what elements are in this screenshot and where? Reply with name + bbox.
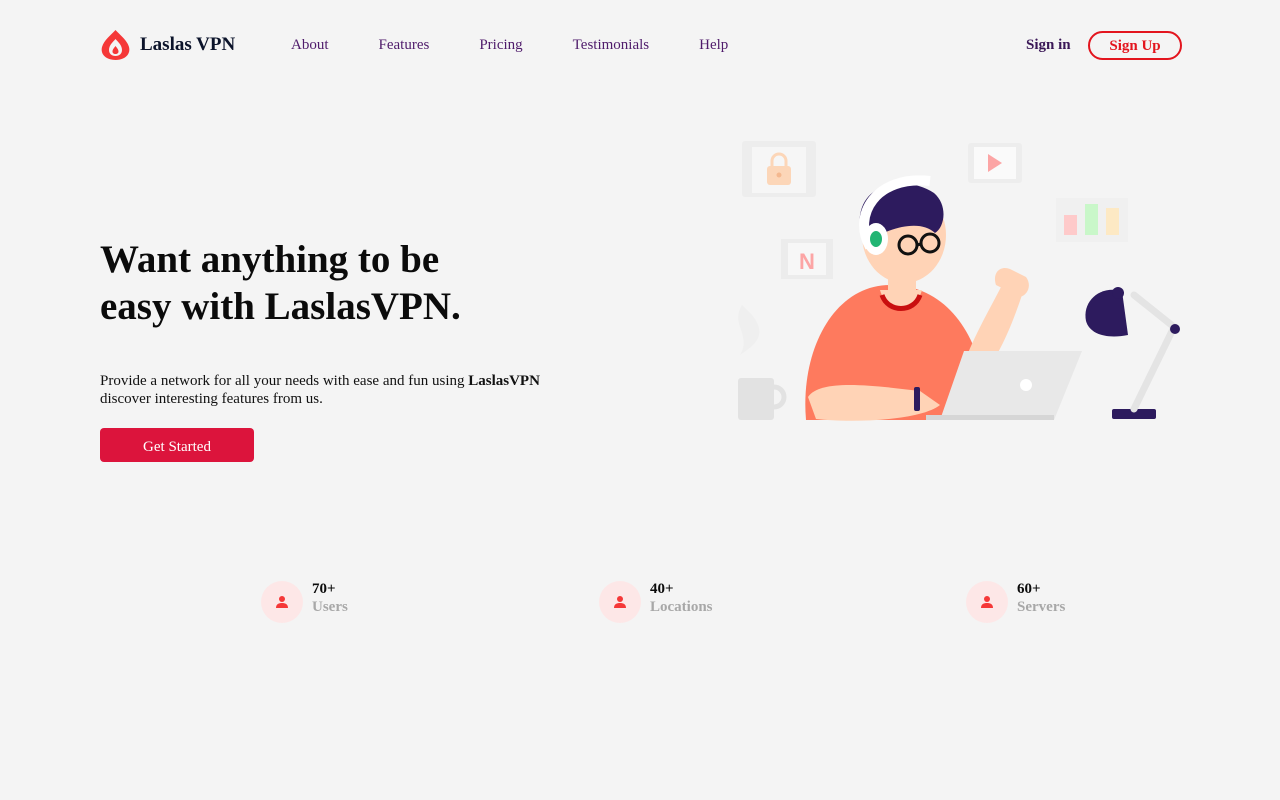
top-navbar: Laslas VPN About Features Pricing Testim… — [0, 0, 1280, 90]
stat-users: 70+ Users — [261, 580, 348, 623]
user-icon — [966, 581, 1008, 623]
n-card-icon: N — [781, 239, 833, 279]
bar-chart-card-icon — [1056, 198, 1128, 242]
desk-lamp-icon — [1085, 287, 1180, 419]
stat-servers: 60+ Servers — [966, 580, 1065, 623]
lock-card-icon — [742, 141, 816, 197]
hero-illustration: N — [738, 141, 1180, 421]
hero-desc-brand: LaslasVPN — [468, 373, 540, 389]
stat-value: 40+ — [650, 581, 674, 597]
nav-link-pricing[interactable]: Pricing — [479, 37, 522, 54]
hero-description: Provide a network for all your needs wit… — [100, 372, 620, 408]
stat-value: 60+ — [1017, 581, 1041, 597]
hero-title-line-2: easy with LaslasVPN. — [100, 285, 461, 328]
main-menu: About Features Pricing Testimonials Help — [291, 37, 778, 54]
hero-desc-text-2: discover interesting features from us. — [100, 391, 323, 407]
logo[interactable]: Laslas VPN — [100, 29, 235, 61]
hero-desc-text: Provide a network for all your needs wit… — [100, 373, 469, 389]
user-icon — [599, 581, 641, 623]
stat-value: 70+ — [312, 581, 336, 597]
flame-logo-icon — [101, 30, 130, 60]
nav-link-about[interactable]: About — [291, 37, 329, 54]
stat-label: Locations — [650, 599, 713, 615]
person-illustration — [805, 175, 1082, 421]
sign-in-link[interactable]: Sign in — [1026, 37, 1071, 54]
hero-title: Want anything to be easy with LaslasVPN. — [100, 236, 620, 330]
sign-up-button[interactable]: Sign Up — [1088, 31, 1182, 60]
mug-icon — [738, 378, 787, 420]
stat-label: Users — [312, 599, 348, 615]
nav-link-help[interactable]: Help — [699, 37, 728, 54]
nav-link-features[interactable]: Features — [379, 37, 430, 54]
stat-label: Servers — [1017, 599, 1066, 615]
user-icon — [261, 581, 303, 623]
get-started-button[interactable]: Get Started — [100, 428, 254, 462]
stat-locations: 40+ Locations — [599, 580, 713, 623]
brand-name: Laslas VPN — [140, 34, 236, 55]
hero-title-line-1: Want anything to be — [100, 238, 440, 281]
nav-link-testimonials[interactable]: Testimonials — [573, 37, 649, 54]
svg-text:N: N — [799, 249, 815, 274]
play-card-icon — [968, 143, 1022, 183]
